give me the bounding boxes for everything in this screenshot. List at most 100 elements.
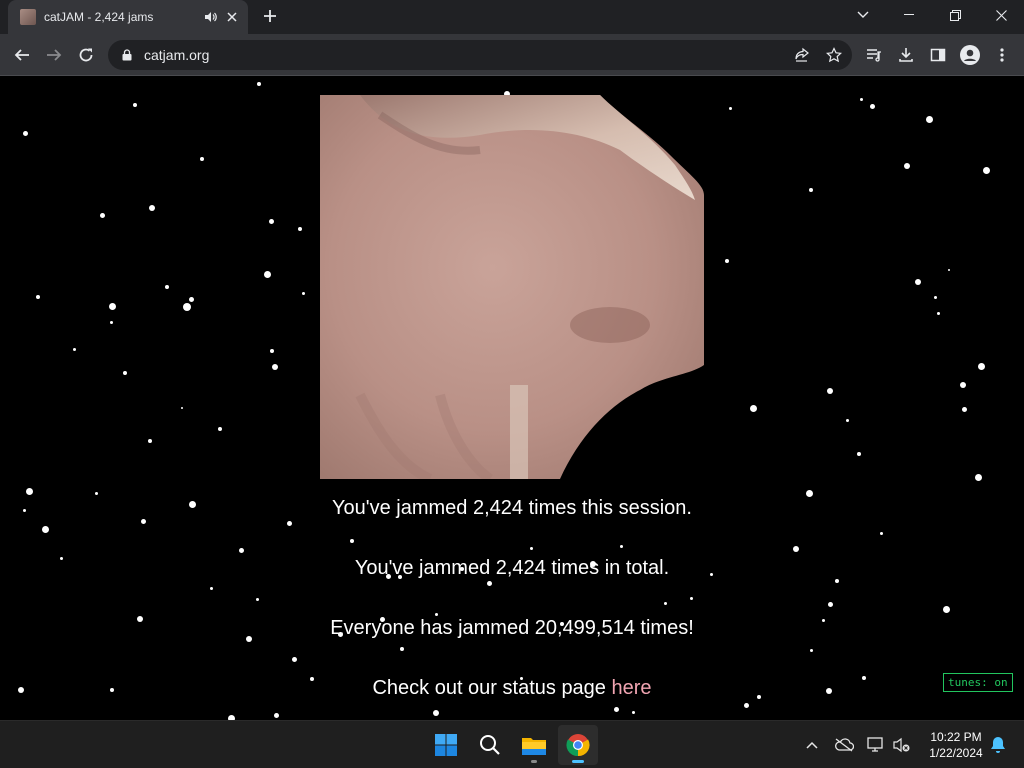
star-dot xyxy=(725,259,729,263)
volume-muted-icon[interactable] xyxy=(890,733,914,757)
star-dot xyxy=(880,532,883,535)
star-dot xyxy=(690,597,693,600)
star-dot xyxy=(433,710,439,716)
star-dot xyxy=(614,707,619,712)
notification-bell-icon[interactable] xyxy=(986,733,1010,757)
star-dot xyxy=(95,492,98,495)
star-dot xyxy=(298,227,302,231)
star-dot xyxy=(272,364,278,370)
star-dot xyxy=(350,539,354,543)
star-dot xyxy=(983,167,990,174)
side-panel-icon[interactable] xyxy=(924,41,952,69)
star-dot xyxy=(210,587,213,590)
star-dot xyxy=(26,488,33,495)
clock-date: 1/22/2024 xyxy=(929,746,983,760)
star-dot xyxy=(793,546,799,552)
profile-avatar-icon[interactable] xyxy=(956,41,984,69)
total-jams-text: You've jammed 2,424 times in total. xyxy=(354,557,670,579)
browser-tab-catjam[interactable]: catJAM - 2,424 jams xyxy=(8,0,248,34)
star-dot xyxy=(948,269,950,271)
star-dot xyxy=(270,349,274,353)
session-jams-text: You've jammed 2,424 times this session. xyxy=(332,497,692,519)
star-dot xyxy=(181,407,183,409)
catjam-cat-image[interactable] xyxy=(320,95,704,479)
star-dot xyxy=(632,711,635,714)
status-page-prefix: Check out our status page xyxy=(372,677,612,699)
star-dot xyxy=(23,131,28,136)
star-dot xyxy=(400,647,404,651)
star-dot xyxy=(189,297,194,302)
star-dot xyxy=(870,104,875,109)
star-dot xyxy=(530,547,533,550)
star-dot xyxy=(934,296,937,299)
star-dot xyxy=(109,303,116,310)
star-dot xyxy=(165,285,169,289)
star-dot xyxy=(487,581,492,586)
clock-time: 10:22 PM xyxy=(930,730,982,744)
share-icon[interactable] xyxy=(788,41,816,69)
star-dot xyxy=(256,598,259,601)
star-dot xyxy=(257,82,261,86)
windows-start-icon[interactable] xyxy=(426,725,466,765)
star-dot xyxy=(978,363,985,370)
tab-close-icon[interactable] xyxy=(224,9,240,25)
bookmark-star-icon[interactable] xyxy=(820,41,848,69)
star-dot xyxy=(36,295,40,299)
star-dot xyxy=(827,388,833,394)
star-dot xyxy=(264,271,271,278)
file-explorer-icon[interactable] xyxy=(514,725,554,765)
forward-arrow-icon[interactable] xyxy=(40,41,68,69)
star-dot xyxy=(292,657,297,662)
star-dot xyxy=(73,348,76,351)
star-dot xyxy=(274,713,279,718)
download-icon[interactable] xyxy=(892,41,920,69)
star-dot xyxy=(183,303,191,311)
star-dot xyxy=(148,439,152,443)
tunes-toggle-button[interactable]: tunes: on xyxy=(943,673,1013,692)
star-dot xyxy=(42,526,49,533)
star-dot xyxy=(937,312,940,315)
taskbar-clock[interactable]: 10:22 PM 1/22/2024 xyxy=(920,729,992,761)
star-dot xyxy=(828,602,833,607)
url-text[interactable]: catjam.org xyxy=(144,47,788,63)
star-dot xyxy=(218,427,222,431)
star-dot xyxy=(744,703,749,708)
onedrive-offline-icon[interactable] xyxy=(832,733,856,757)
star-dot xyxy=(806,490,813,497)
address-bar[interactable]: catjam.org xyxy=(108,40,852,70)
minimize-icon[interactable] xyxy=(886,0,932,30)
tab-title: catJAM - 2,424 jams xyxy=(44,10,154,24)
star-dot xyxy=(729,107,732,110)
chrome-taskbar-icon[interactable] xyxy=(558,725,598,765)
star-dot xyxy=(975,474,982,481)
star-dot xyxy=(904,163,910,169)
reload-icon[interactable] xyxy=(72,41,100,69)
star-dot xyxy=(962,407,967,412)
tab-search-chevron-icon[interactable] xyxy=(840,0,886,30)
kebab-menu-icon[interactable] xyxy=(988,41,1016,69)
network-icon[interactable] xyxy=(864,733,888,757)
star-dot xyxy=(149,205,155,211)
star-dot xyxy=(239,548,244,553)
star-dot xyxy=(857,452,861,456)
star-dot xyxy=(750,405,757,412)
close-window-icon[interactable] xyxy=(978,0,1024,30)
catjam-page: You've jammed 2,424 times this session. … xyxy=(0,77,1024,720)
star-dot xyxy=(809,188,813,192)
search-icon[interactable] xyxy=(470,725,510,765)
star-dot xyxy=(620,545,623,548)
restore-icon[interactable] xyxy=(932,0,978,30)
windows-taskbar: 10:22 PM 1/22/2024 xyxy=(0,720,1024,768)
back-arrow-icon[interactable] xyxy=(8,41,36,69)
star-dot xyxy=(926,116,933,123)
status-page-link[interactable]: here xyxy=(612,677,652,699)
media-control-icon[interactable] xyxy=(860,41,888,69)
audio-playing-icon[interactable] xyxy=(202,9,218,25)
lock-icon[interactable] xyxy=(120,48,134,62)
star-dot xyxy=(846,419,849,422)
star-dot xyxy=(269,219,274,224)
star-dot xyxy=(810,649,813,652)
new-tab-button[interactable] xyxy=(258,6,282,28)
star-dot xyxy=(943,606,950,613)
tray-chevron-up-icon[interactable] xyxy=(800,733,824,757)
